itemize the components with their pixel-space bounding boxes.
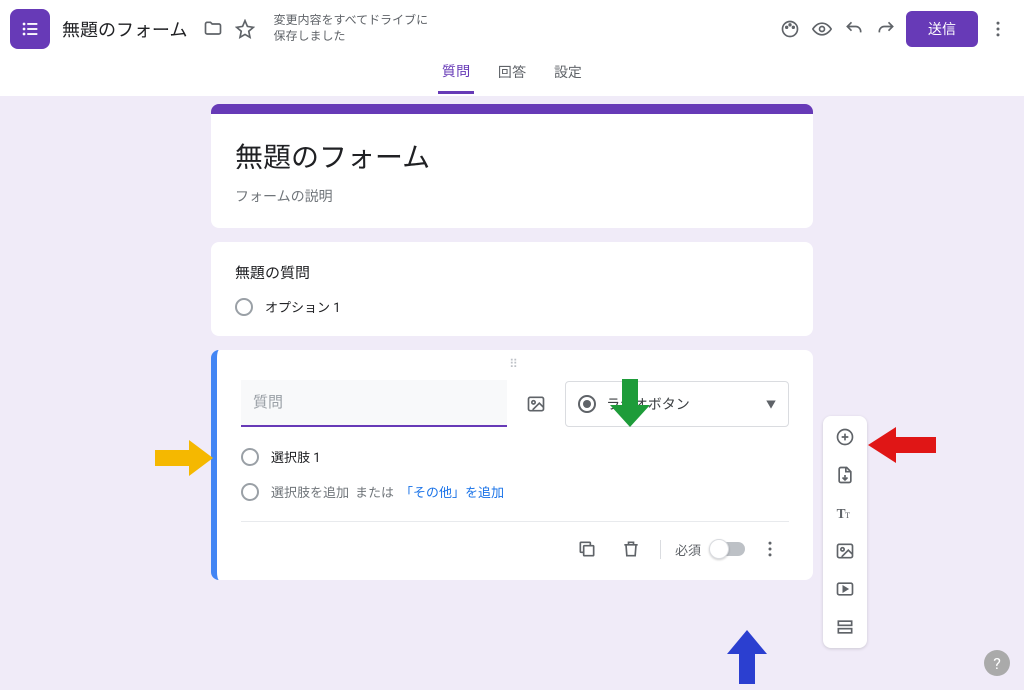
radio-type-icon: [578, 395, 596, 413]
forms-logo-icon: [19, 18, 41, 40]
forms-logo: [10, 9, 50, 49]
green-arrow-annotation: [610, 379, 650, 427]
more-icon[interactable]: [982, 13, 1014, 45]
svg-text:T: T: [845, 511, 850, 520]
help-icon[interactable]: ?: [984, 650, 1010, 676]
tabs: 質問 回答 設定: [0, 58, 1024, 96]
import-questions-icon[interactable]: [828, 460, 862, 490]
add-title-icon[interactable]: TT: [828, 498, 862, 528]
tab-settings[interactable]: 設定: [550, 62, 586, 92]
title-card[interactable]: 無題のフォーム フォームの説明: [211, 104, 813, 228]
preview-icon[interactable]: [806, 13, 838, 45]
radio-icon: [241, 448, 259, 466]
folder-icon[interactable]: [197, 13, 229, 45]
question-card-1[interactable]: 無題の質問 オプション 1: [211, 242, 813, 336]
blue-arrow-annotation: [727, 630, 767, 684]
add-section-icon[interactable]: [828, 612, 862, 642]
form-title-header[interactable]: 無題のフォーム: [62, 16, 187, 42]
required-toggle[interactable]: [711, 542, 745, 556]
option-row-add: 選択肢を追加 または 「その他」を追加: [241, 482, 789, 501]
redo-icon[interactable]: [870, 13, 902, 45]
drag-handle-icon[interactable]: ⠿: [241, 360, 789, 372]
yellow-arrow-annotation: [155, 438, 213, 478]
header: 無題のフォーム 変更内容をすべてドライブに保存しました 送信: [0, 0, 1024, 58]
side-toolbar: TT: [823, 416, 867, 648]
star-icon[interactable]: [229, 13, 261, 45]
delete-icon[interactable]: [612, 530, 650, 568]
add-video-icon[interactable]: [828, 574, 862, 604]
question1-title: 無題の質問: [235, 262, 789, 283]
question-type-select[interactable]: ラジオボタン ▼: [565, 381, 789, 427]
save-status: 変更内容をすべてドライブに保存しました: [273, 13, 433, 44]
send-button[interactable]: 送信: [906, 11, 978, 47]
add-option-text[interactable]: 選択肢を追加: [271, 482, 349, 501]
option1-text[interactable]: 選択肢 1: [271, 447, 321, 466]
add-question-icon[interactable]: [828, 422, 862, 452]
form-description[interactable]: フォームの説明: [235, 186, 789, 206]
add-other-link[interactable]: 「その他」を追加: [400, 482, 504, 501]
option-row-1: 選択肢 1: [241, 447, 789, 466]
canvas: 無題のフォーム フォームの説明 無題の質問 オプション 1 ⠿ ラジオボタン ▼…: [0, 96, 1024, 580]
radio-icon: [241, 483, 259, 501]
question1-option1: オプション 1: [235, 297, 789, 316]
add-image-icon[interactable]: [828, 536, 862, 566]
or-text: または: [355, 482, 394, 501]
radio-icon: [235, 298, 253, 316]
red-arrow-annotation: [868, 425, 936, 465]
required-label: 必須: [660, 540, 701, 559]
duplicate-icon[interactable]: [568, 530, 606, 568]
palette-icon[interactable]: [774, 13, 806, 45]
tab-responses[interactable]: 回答: [494, 62, 530, 92]
add-image-icon[interactable]: [517, 385, 555, 423]
dropdown-arrow-icon: ▼: [766, 396, 776, 411]
question-more-icon[interactable]: [751, 530, 789, 568]
form-title[interactable]: 無題のフォーム: [235, 136, 789, 176]
option-label: オプション 1: [265, 297, 341, 316]
undo-icon[interactable]: [838, 13, 870, 45]
tab-questions[interactable]: 質問: [438, 61, 474, 94]
question-input[interactable]: [241, 380, 507, 427]
question-card-2-active[interactable]: ⠿ ラジオボタン ▼ 選択肢 1 選択肢を追加 または 「その他」を追加: [211, 350, 813, 580]
